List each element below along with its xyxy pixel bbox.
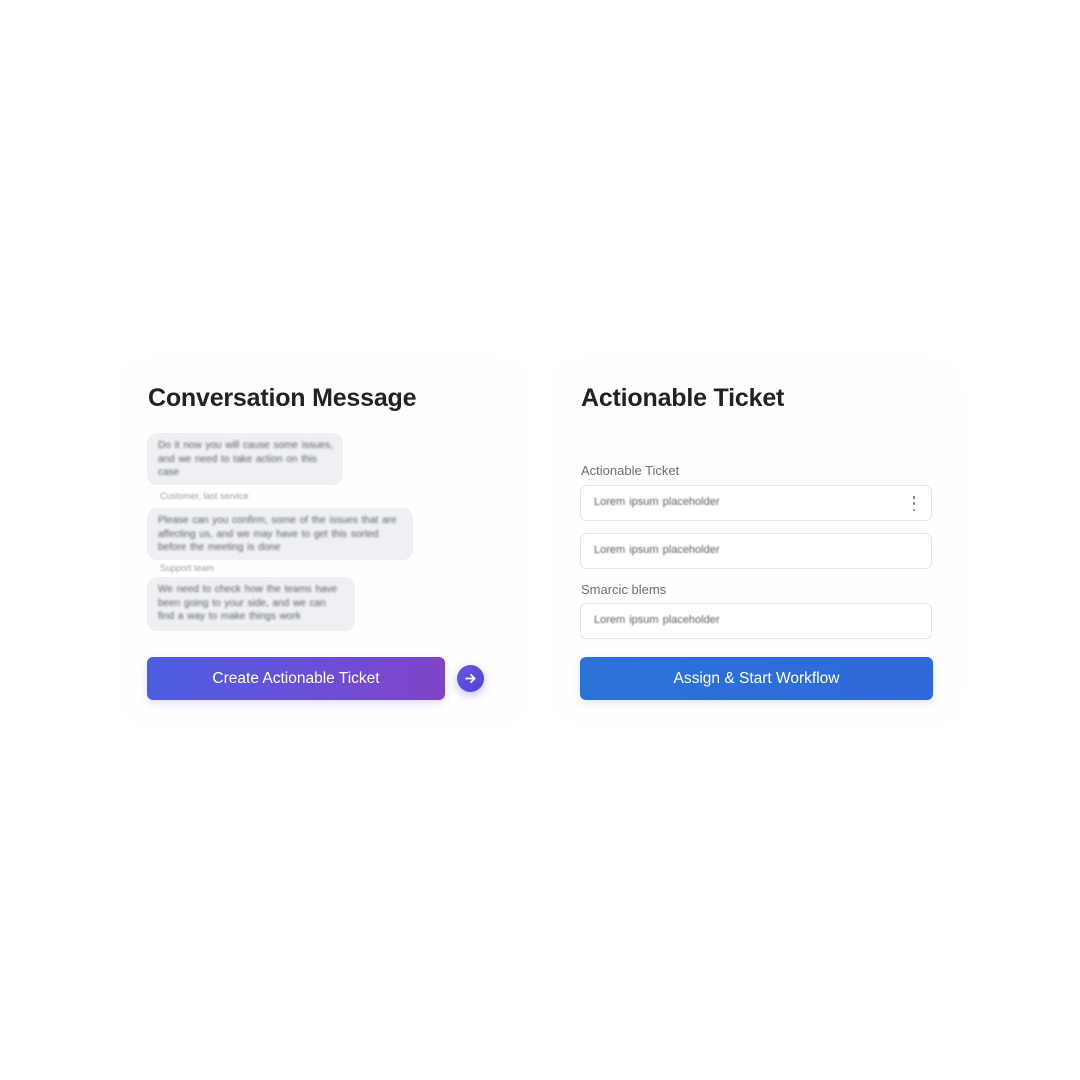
message-caption: Customer, last service xyxy=(160,491,249,501)
message-text: We need to check how the teams have been… xyxy=(158,584,338,622)
message-bubble: Please can you confirm, some of the issu… xyxy=(147,508,413,560)
field-label: Actionable Ticket xyxy=(581,463,680,478)
field-label: Smarcic blems xyxy=(581,582,667,597)
field-value: Lorem ipsum placeholder xyxy=(594,496,720,508)
more-vertical-icon[interactable] xyxy=(912,496,916,511)
message-bubble: We need to check how the teams have been… xyxy=(147,577,355,631)
field-value: Lorem ipsum placeholder xyxy=(594,544,720,556)
arrow-right-glyph xyxy=(465,673,476,684)
arrow-right-icon[interactable] xyxy=(457,665,484,692)
create-ticket-button[interactable]: Create Actionable Ticket xyxy=(147,657,445,700)
message-caption: Support team xyxy=(160,563,215,573)
message-bubble: Do it now you will cause some issues, an… xyxy=(147,433,343,485)
message-text: Do it now you will cause some issues, an… xyxy=(158,440,333,478)
assign-workflow-button[interactable]: Assign & Start Workflow xyxy=(580,657,933,700)
ticket-title: Actionable Ticket xyxy=(581,384,785,412)
message-text: Please can you confirm, some of the issu… xyxy=(158,515,397,553)
ticket-field[interactable]: Lorem ipsum placeholder xyxy=(580,485,932,521)
ticket-field[interactable]: Lorem ipsum placeholder xyxy=(580,603,932,639)
conversation-title: Conversation Message xyxy=(148,384,417,412)
ticket-field[interactable]: Lorem ipsum placeholder xyxy=(580,533,932,569)
field-value: Lorem ipsum placeholder xyxy=(594,614,720,626)
